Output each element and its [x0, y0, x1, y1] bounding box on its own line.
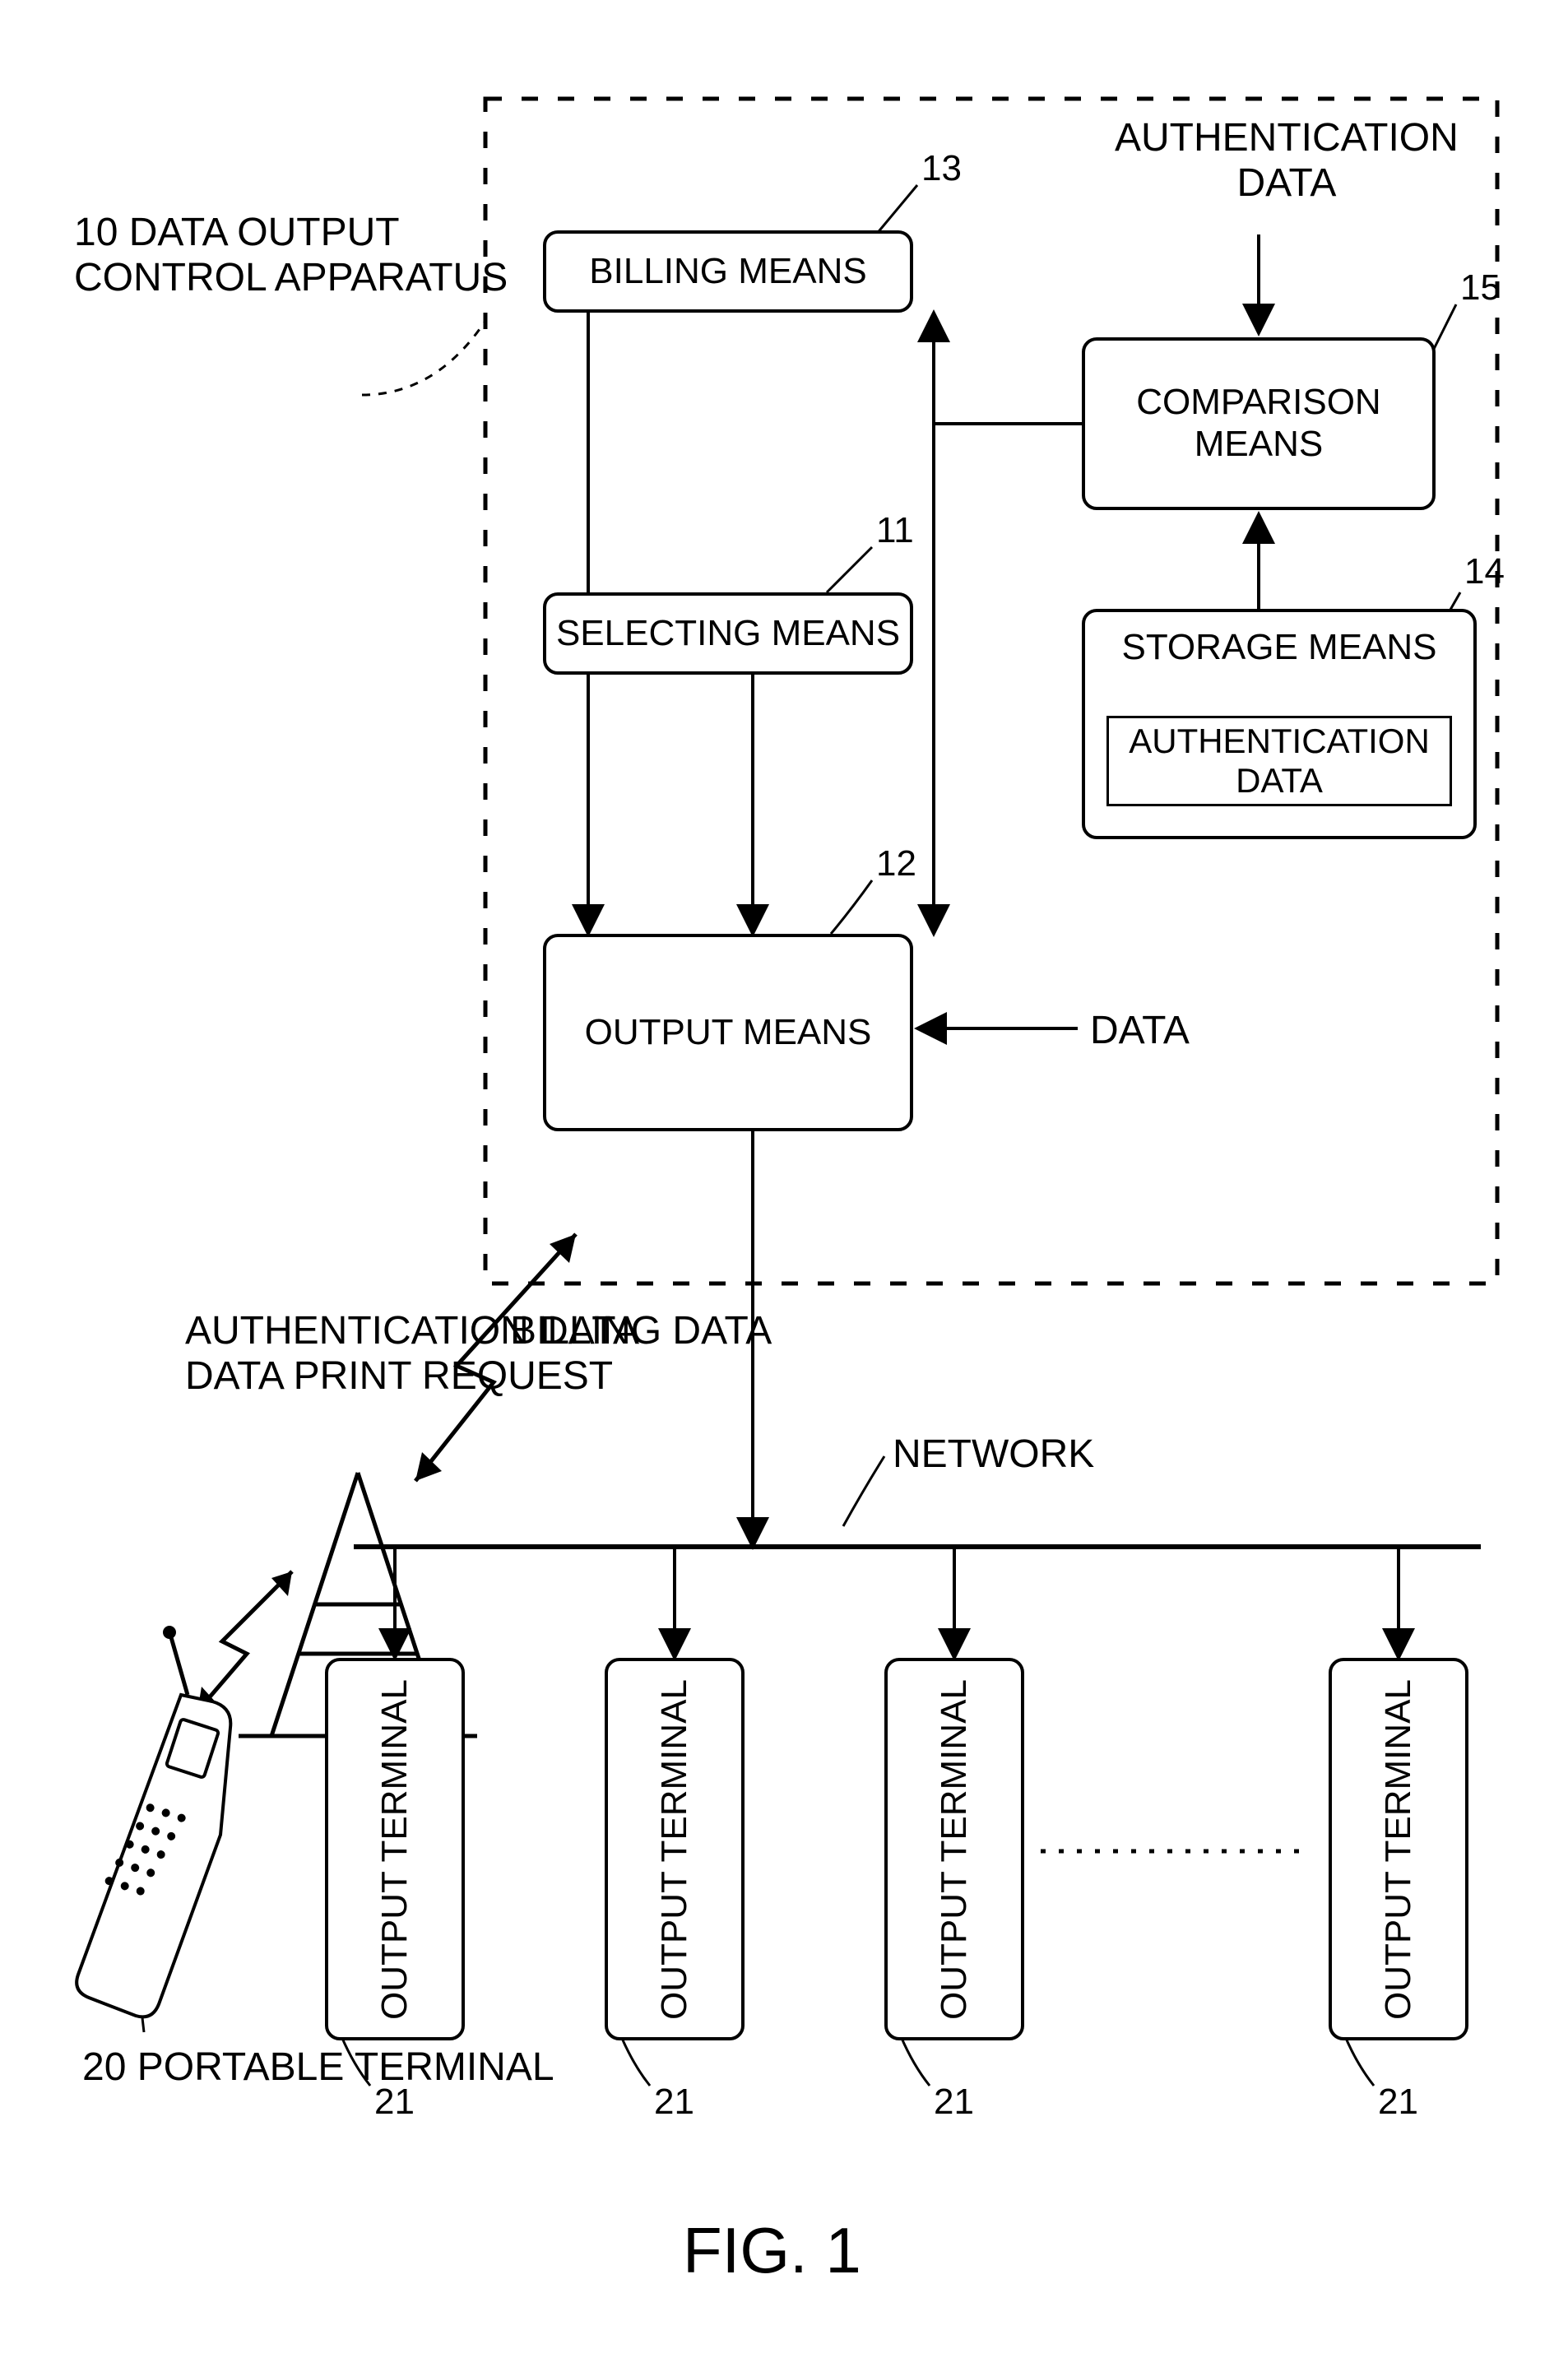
- network-label: NETWORK: [893, 1432, 1094, 1477]
- apparatus-title: 10 DATA OUTPUT CONTROL APPARATUS: [74, 210, 508, 300]
- output-terminal-4: OUTPUT TERMINAL: [1329, 1658, 1468, 2040]
- output-terminal-3: OUTPUT TERMINAL: [884, 1658, 1024, 2040]
- ref-12: 12: [876, 843, 916, 885]
- ref-21-b: 21: [654, 2082, 694, 2124]
- figure-label: FIG. 1: [683, 2213, 861, 2288]
- output-means-box: OUTPUT MEANS: [543, 934, 913, 1131]
- auth-print-request-label: AUTHENTICATION DATA DATA PRINT REQUEST: [185, 1308, 639, 1399]
- comparison-means-box: COMPARISON MEANS: [1082, 337, 1436, 510]
- portable-terminal-label: 20 PORTABLE TERMINAL: [82, 2045, 554, 2090]
- selecting-means-box: SELECTING MEANS: [543, 592, 913, 675]
- auth-data-top-label: AUTHENTICATION DATA: [1115, 115, 1459, 206]
- ref-21-d: 21: [1378, 2082, 1418, 2124]
- billing-means-box: BILLING MEANS: [543, 230, 913, 313]
- storage-means-label: STORAGE MEANS: [1121, 627, 1436, 669]
- auth-data-inner-box: AUTHENTICATION DATA: [1106, 716, 1452, 806]
- ref-15: 15: [1460, 267, 1501, 309]
- ref-13: 13: [921, 148, 962, 190]
- ref-14: 14: [1464, 551, 1505, 593]
- data-label: DATA: [1090, 1008, 1190, 1053]
- output-terminal-2: OUTPUT TERMINAL: [605, 1658, 745, 2040]
- output-terminal-1: OUTPUT TERMINAL: [325, 1658, 465, 2040]
- ref-11: 11: [876, 510, 914, 552]
- ref-21-c: 21: [934, 2082, 974, 2124]
